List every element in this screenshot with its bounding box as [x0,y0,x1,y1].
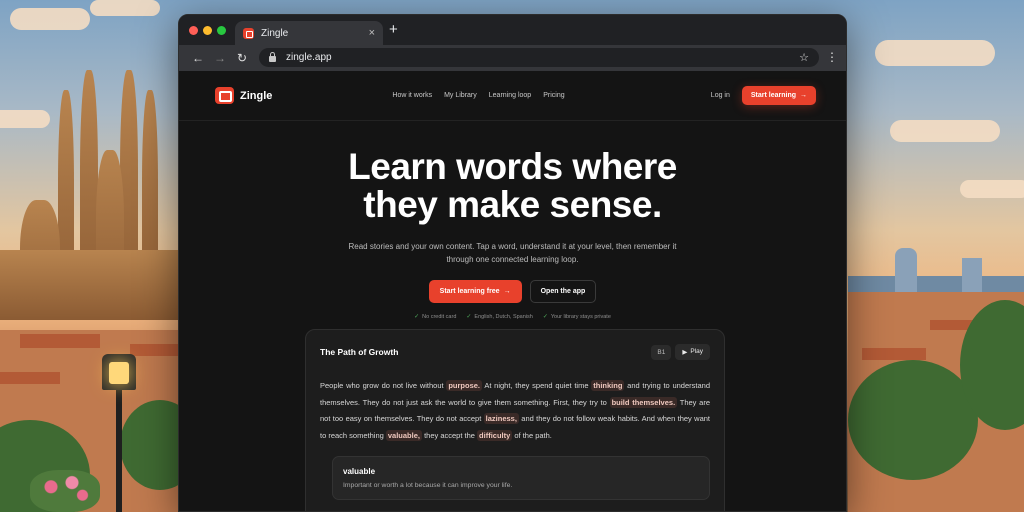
hero-title: Learn words where they make sense. [179,148,846,224]
play-button[interactable]: ▶ Play [675,344,710,360]
roof [0,372,60,384]
arrow-right-icon: → [800,92,807,99]
highlighted-word[interactable]: thinking [591,380,625,391]
story-card-header: The Path of Growth B1 ▶ Play [320,344,710,360]
check-icon: ✓ [414,314,420,320]
story-segment: of the path. [512,430,552,440]
cloud [10,8,90,30]
minimize-window-button[interactable] [203,26,212,35]
highlighted-word[interactable]: purpose. [446,380,482,391]
story-card: The Path of Growth B1 ▶ Play People who … [305,329,725,511]
nav-link-learning-loop[interactable]: Learning loop [489,92,531,99]
arrow-right-icon: → [503,288,511,295]
tab-title: Zingle [261,27,289,39]
cloud [890,120,1000,142]
new-tab-button[interactable]: + [389,21,398,39]
perk-item: ✓ English, Dutch, Spanish [466,313,533,321]
nav-link-pricing[interactable]: Pricing [543,92,564,99]
hero-subtitle: Read stories and your own content. Tap a… [348,242,677,264]
back-arrow-icon[interactable]: ← [187,51,209,65]
street-lamp-post [116,380,122,512]
highlighted-word[interactable]: laziness, [483,413,519,424]
story-segment: People who grow do not live without [320,381,447,390]
lamp-light [109,362,129,384]
play-icon: ▶ [682,349,688,356]
definition-meaning: Important or worth a lot because it can … [343,482,513,489]
cloud [90,0,160,16]
browser-toolbar: ← → ↻ zingle.app ☆ ⋮ [179,45,846,71]
login-link[interactable]: Log in [711,92,730,99]
roof [130,344,178,356]
nav-link-my-library[interactable]: My Library [444,92,477,99]
definition-word: valuable [343,467,376,476]
check-icon: ✓ [542,314,548,320]
web-page: Zingle How it works My Library Learning … [179,71,846,511]
perk-item: ✓ Your library stays private [542,313,611,321]
start-learning-free-button[interactable]: Start learning free → [428,280,522,303]
roof [862,348,926,360]
tab-strip: Zingle × + [179,15,846,45]
hero-title-line-2: they make sense. [363,184,662,225]
definition-popover: valuable Important or worth a lot becaus… [332,456,710,500]
story-segment: At night, they spend quiet time [482,381,592,390]
cathedral [0,60,178,320]
close-window-button[interactable] [189,26,198,35]
browser-tab[interactable]: Zingle × [235,21,383,45]
brand[interactable]: Zingle [215,87,272,104]
bookmark-star-icon[interactable]: ☆ [799,51,809,64]
level-badge: B1 [651,344,672,360]
cloud [960,180,1024,198]
start-learning-free-label: Start learning free [439,288,500,295]
highlighted-word[interactable]: build themselves. [609,396,678,408]
perk-label: English, Dutch, Spanish [474,313,533,320]
roof [20,334,100,348]
tab-close-icon[interactable]: × [369,27,375,39]
maximize-window-button[interactable] [217,26,226,35]
tower [895,248,917,298]
nav-link-how-it-works[interactable]: How it works [392,92,432,99]
flowers [30,470,100,512]
hero: Learn words where they make sense. Read … [179,148,846,321]
play-label: Play [690,348,703,355]
check-icon: ✓ [466,314,472,320]
browser-menu-icon[interactable]: ⋮ [826,50,838,64]
zingle-logo-icon [215,87,234,104]
perk-label: Your library stays private [550,313,611,320]
reload-icon[interactable]: ↻ [231,51,253,65]
story-title: The Path of Growth [320,347,399,357]
perk-label: No credit card [422,313,457,320]
story-text: People who grow do not live without purp… [320,378,710,444]
address-bar[interactable]: zingle.app ☆ [259,48,819,67]
perk-item: ✓ No credit card [414,313,457,321]
favicon-icon [243,27,254,39]
site-nav: Zingle How it works My Library Learning … [179,71,846,121]
nav-links: How it works My Library Learning loop Pr… [392,92,564,99]
forward-arrow-icon[interactable]: → [209,51,231,65]
perks: ✓ No credit card ✓ English, Dutch, Spanish… [179,313,846,321]
story-segment: they accept the [421,430,478,440]
hero-title-line-1: Learn words where [348,146,677,187]
tree [848,360,978,480]
open-app-button[interactable]: Open the app [529,280,597,303]
url-text[interactable]: zingle.app [286,52,799,63]
brand-name: Zingle [240,89,273,102]
highlighted-word[interactable]: difficulty [477,429,513,441]
hero-buttons: Start learning free → Open the app [179,280,846,303]
start-learning-label: Start learning [750,92,796,99]
start-learning-button[interactable]: Start learning → [741,86,816,105]
highlighted-word[interactable]: valuable, [385,429,422,441]
lock-icon[interactable] [269,52,276,62]
browser-window: Zingle × + ← → ↻ zingle.app ☆ ⋮ Zingle H… [178,14,847,512]
cloud [875,40,995,66]
